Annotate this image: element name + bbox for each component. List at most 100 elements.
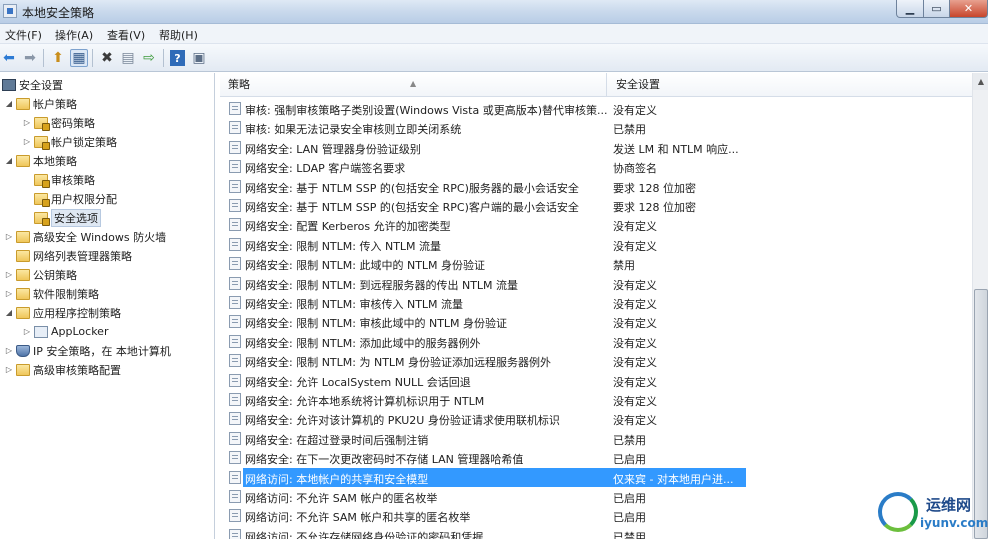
forward-icon[interactable]: ➡	[21, 49, 39, 67]
tree-item-label: 高级安全 Windows 防火墙	[33, 230, 167, 244]
collapsed-arrow-icon[interactable]: ▷	[4, 270, 14, 279]
column-header-policy[interactable]: ▲ 策略	[220, 73, 607, 97]
security-setting: 已禁用	[613, 123, 646, 137]
table-row[interactable]: 网络访问: 本地帐户的共享和安全模型 仅来宾 - 对本地用户进...	[220, 467, 972, 487]
up-folder-icon[interactable]: ⬆	[49, 49, 67, 67]
tree-item-network-list-manager[interactable]: 网络列表管理器策略	[16, 246, 132, 265]
close-button[interactable]: ✕	[949, 0, 988, 18]
table-row[interactable]: 网络安全: 在下一次更改密码时不存储 LAN 管理器哈希值 已启用	[220, 448, 972, 467]
menu-help[interactable]: 帮助(H)	[159, 27, 198, 43]
export-icon[interactable]: ⇨	[140, 49, 158, 67]
tree-item-audit-policy[interactable]: 审核策略	[34, 170, 95, 189]
table-row[interactable]: 网络安全: 允许 LocalSystem NULL 会话回退 没有定义	[220, 371, 972, 390]
tree-item-local-policies[interactable]: ◢ 本地策略	[4, 151, 77, 170]
security-setting: 没有定义	[613, 336, 657, 350]
table-row[interactable]: 网络安全: 限制 NTLM: 此域中的 NTLM 身份验证 禁用	[220, 254, 972, 273]
table-row[interactable]: 网络安全: 基于 NTLM SSP 的(包括安全 RPC)客户端的最小会话安全 要…	[220, 196, 972, 215]
table-row[interactable]: 网络安全: LDAP 客户端签名要求 协商签名	[220, 157, 972, 176]
maximize-button[interactable]: ▭	[923, 0, 950, 18]
menu-view[interactable]: 查看(V)	[107, 27, 145, 43]
tree-item-app-control[interactable]: ◢ 应用程序控制策略	[4, 303, 121, 322]
window-title: 本地安全策略	[22, 6, 95, 20]
tree-item-password-policy[interactable]: ▷ 密码策略	[22, 113, 95, 132]
table-row[interactable]: 审核: 如果无法记录安全审核则立即关闭系统 已禁用	[220, 118, 972, 137]
table-row[interactable]: 网络安全: 限制 NTLM: 传入 NTLM 流量 没有定义	[220, 235, 972, 254]
menu-file[interactable]: 文件(F)	[5, 27, 42, 43]
table-row[interactable]: 网络访问: 不允许存储网络身份验证的密码和凭据 已禁用	[220, 526, 972, 539]
scroll-up-icon[interactable]: ▲	[973, 73, 988, 90]
tree-item-account-policies[interactable]: ◢ 帐户策略	[4, 94, 77, 113]
folder-icon	[16, 97, 30, 110]
tree-item-security-settings[interactable]: 安全设置	[2, 75, 63, 94]
policy-name: 网络访问: 不允许存储网络身份验证的密码和凭据	[245, 530, 484, 539]
table-row[interactable]: 网络安全: 配置 Kerberos 允许的加密类型 没有定义	[220, 215, 972, 234]
collapsed-arrow-icon[interactable]: ▷	[22, 118, 32, 127]
table-row[interactable]: 网络安全: 在超过登录时间后强制注销 已禁用	[220, 429, 972, 448]
menu-action[interactable]: 操作(A)	[55, 27, 93, 43]
collapsed-arrow-icon[interactable]: ▷	[22, 137, 32, 146]
security-setting: 已启用	[613, 492, 646, 505]
table-row[interactable]: 网络安全: 限制 NTLM: 审核传入 NTLM 流量 没有定义	[220, 293, 972, 312]
tree-item-account-lockout-policy[interactable]: ▷ 帐户锁定策略	[22, 132, 117, 151]
table-row[interactable]: 网络访问: 不允许 SAM 帐户和共享的匿名枚举 已启用	[220, 506, 972, 525]
vertical-scrollbar[interactable]: ▲	[972, 73, 988, 539]
table-row[interactable]: 网络访问: 不允许 SAM 帐户的匿名枚举 已启用	[220, 487, 972, 506]
tree-item-label: 高级审核策略配置	[33, 363, 121, 377]
policy-icon	[229, 528, 241, 539]
show-tree-icon[interactable]: ▦	[70, 49, 88, 67]
watermark: 运维网 iyunv.com	[878, 488, 988, 539]
collapsed-arrow-icon[interactable]: ▷	[4, 346, 14, 355]
table-row[interactable]: 网络安全: 允许对该计算机的 PKU2U 身份验证请求使用联机标识 没有定义	[220, 409, 972, 428]
minimize-button[interactable]: ▁	[896, 0, 924, 18]
table-row[interactable]: 网络安全: 基于 NTLM SSP 的(包括安全 RPC)服务器的最小会话安全 要…	[220, 177, 972, 196]
tree-item-software-restriction[interactable]: ▷ 软件限制策略	[4, 284, 99, 303]
table-row[interactable]: 网络安全: 限制 NTLM: 添加此域中的服务器例外 没有定义	[220, 332, 972, 351]
collapsed-arrow-icon[interactable]: ▷	[4, 365, 14, 374]
tree-item-label: 安全设置	[19, 78, 63, 92]
expanded-arrow-icon[interactable]: ◢	[4, 156, 14, 165]
policy-icon	[229, 393, 241, 406]
tree-item-label: 公钥策略	[33, 268, 77, 282]
console-icon[interactable]: ▣	[190, 49, 208, 67]
table-row[interactable]: 网络安全: 限制 NTLM: 到远程服务器的传出 NTLM 流量 没有定义	[220, 274, 972, 293]
tree-item-advanced-audit[interactable]: ▷ 高级审核策略配置	[4, 360, 121, 379]
security-setting: 没有定义	[613, 414, 657, 428]
properties-icon[interactable]: ▤	[119, 49, 137, 67]
table-row[interactable]: 网络安全: LAN 管理器身份验证级别 发送 LM 和 NTLM 响应...	[220, 138, 972, 157]
tree-item-public-key-policies[interactable]: ▷ 公钥策略	[4, 265, 77, 284]
applocker-icon	[34, 325, 48, 338]
security-setting: 没有定义	[613, 298, 657, 311]
tree-item-label: 软件限制策略	[33, 287, 99, 301]
tree-item-applocker[interactable]: ▷ AppLocker	[22, 322, 109, 341]
policy-list: ▲ 策略 安全设置 审核: 强制审核策略子类别设置(Windows Vista …	[220, 73, 972, 539]
help-icon[interactable]: ?	[170, 50, 185, 66]
security-setting: 发送 LM 和 NTLM 响应...	[613, 142, 739, 156]
security-setting: 没有定义	[613, 220, 657, 234]
toolbar: ⬅ ➡ ⬆ ▦ ✖ ▤ ⇨ ? ▣	[0, 44, 988, 72]
security-setting: 已启用	[613, 453, 646, 467]
toolbar-separator	[43, 49, 44, 67]
folder-lock-icon	[34, 116, 50, 131]
policy-icon	[229, 237, 241, 251]
collapsed-arrow-icon[interactable]: ▷	[4, 289, 14, 298]
table-row[interactable]: 网络安全: 限制 NTLM: 审核此域中的 NTLM 身份验证 没有定义	[220, 312, 972, 331]
security-setting: 协商签名	[613, 162, 657, 176]
expanded-arrow-icon[interactable]: ◢	[4, 308, 14, 317]
policy-icon	[229, 121, 241, 135]
table-row[interactable]: 网络安全: 允许本地系统将计算机标识用于 NTLM 没有定义	[220, 390, 972, 409]
tree-item-security-options[interactable]: 安全选项	[34, 208, 101, 227]
collapsed-arrow-icon[interactable]: ▷	[4, 232, 14, 241]
tree-item-ip-security[interactable]: ▷ IP 安全策略，在 本地计算机	[4, 341, 171, 360]
column-header-setting[interactable]: 安全设置	[608, 73, 972, 97]
back-icon[interactable]: ⬅	[0, 49, 18, 67]
delete-icon[interactable]: ✖	[98, 49, 116, 67]
table-row[interactable]: 审核: 强制审核策略子类别设置(Windows Vista 或更高版本)替代审核…	[220, 99, 972, 118]
policy-name: 网络安全: 限制 NTLM: 添加此域中的服务器例外	[245, 336, 481, 350]
tree-item-user-rights-assignment[interactable]: 用户权限分配	[34, 189, 117, 208]
table-row[interactable]: 网络安全: 限制 NTLM: 为 NTLM 身份验证添加远程服务器例外 没有定义	[220, 351, 972, 370]
collapsed-arrow-icon[interactable]: ▷	[22, 327, 32, 336]
expanded-arrow-icon[interactable]: ◢	[4, 99, 14, 108]
security-setting: 没有定义	[613, 375, 657, 389]
security-setting: 没有定义	[613, 356, 657, 370]
tree-item-windows-firewall[interactable]: ▷ 高级安全 Windows 防火墙	[4, 227, 166, 246]
